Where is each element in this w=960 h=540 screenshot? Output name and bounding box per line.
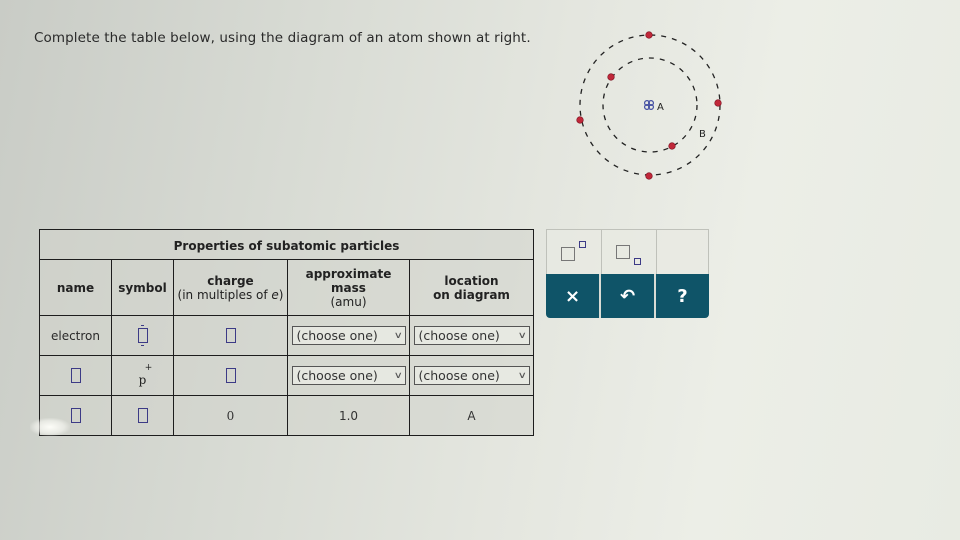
cell-mass: 1.0 <box>287 395 410 436</box>
charge-input[interactable] <box>225 328 236 343</box>
header-mass-units: (amu) <box>330 294 367 309</box>
location-dropdown[interactable]: (choose one) ∨ <box>413 326 530 345</box>
name-input[interactable] <box>70 408 81 423</box>
symbol-value: p + <box>138 362 153 387</box>
symbol-input[interactable] <box>137 325 148 346</box>
header-mass-line2: mass <box>331 280 366 295</box>
cell-mass: (choose one) ∨ <box>287 315 410 356</box>
electron-dot <box>645 31 653 39</box>
table-row-neutron: 0 1.0 A <box>39 395 534 436</box>
screen-glare <box>30 418 70 436</box>
cell-charge: 0 <box>173 395 288 436</box>
symbol-input[interactable] <box>137 408 148 423</box>
cell-location: A <box>409 395 534 436</box>
header-location-line2: on diagram <box>433 287 510 302</box>
help-icon: ? <box>677 285 688 307</box>
cell-symbol <box>111 395 174 436</box>
table-row-electron: electron (choose one) ∨ (choose one) ∨ <box>39 315 534 356</box>
header-charge-units: (in multiples of e) <box>177 287 284 302</box>
cell-name: electron <box>39 315 112 356</box>
help-button[interactable]: ? <box>656 274 709 318</box>
undo-icon: ↶ <box>619 285 636 307</box>
table-row-proton: p + (choose one) ∨ (choose one) ∨ <box>39 355 534 396</box>
electron-dot <box>714 99 722 107</box>
toolbar-empty-slot <box>657 230 708 274</box>
name-input[interactable] <box>70 368 81 383</box>
chevron-down-icon: ∨ <box>517 330 527 341</box>
chevron-down-icon: ∨ <box>517 370 527 381</box>
header-charge-label: charge <box>207 273 254 288</box>
electron-dot <box>607 73 615 81</box>
superscript-button[interactable] <box>547 230 602 274</box>
header-location: location on diagram <box>409 259 534 316</box>
subscript-button[interactable] <box>602 230 657 274</box>
cell-symbol <box>111 315 174 356</box>
cell-location: (choose one) ∨ <box>409 315 534 356</box>
cell-location: (choose one) ∨ <box>409 355 534 396</box>
electron-dot <box>576 116 584 124</box>
header-location-line1: location <box>444 273 499 288</box>
answer-toolbar: × ↶ ? <box>546 229 709 318</box>
charge-input[interactable] <box>225 368 236 383</box>
header-symbol: symbol <box>111 259 174 316</box>
undo-button[interactable]: ↶ <box>601 274 656 318</box>
electron-dot <box>645 172 653 180</box>
header-mass: approximate mass (amu) <box>287 259 410 316</box>
header-mass-line1: approximate <box>305 266 392 281</box>
mass-dropdown[interactable]: (choose one) ∨ <box>291 366 406 385</box>
cell-name <box>39 355 112 396</box>
nucleus-icon <box>643 99 654 110</box>
instruction-text: Complete the table below, using the diag… <box>34 30 531 46</box>
table-caption: Properties of subatomic particles <box>39 229 534 260</box>
label-b: B <box>699 129 706 140</box>
chevron-down-icon: ∨ <box>393 370 403 381</box>
mass-dropdown[interactable]: (choose one) ∨ <box>291 326 406 345</box>
location-dropdown[interactable]: (choose one) ∨ <box>413 366 530 385</box>
cell-mass: (choose one) ∨ <box>287 355 410 396</box>
chevron-down-icon: ∨ <box>393 330 403 341</box>
label-a: A <box>657 102 664 113</box>
close-icon: × <box>564 285 581 307</box>
cell-charge <box>173 355 288 396</box>
subatomic-properties-table: Properties of subatomic particles name s… <box>39 229 534 436</box>
electron-dot <box>668 142 676 150</box>
header-row: name symbol charge (in multiples of e) a… <box>39 259 534 316</box>
cell-charge <box>173 315 288 356</box>
header-charge: charge (in multiples of e) <box>173 259 288 316</box>
clear-button[interactable]: × <box>546 274 601 318</box>
atom-diagram: A B <box>576 31 722 180</box>
cell-symbol: p + <box>111 355 174 396</box>
header-name: name <box>39 259 112 316</box>
